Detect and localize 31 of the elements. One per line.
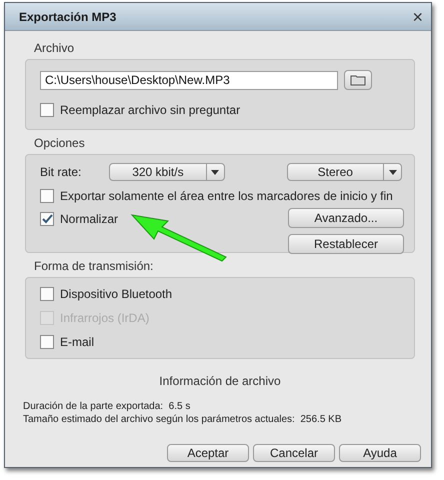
bit-rate-dropdown[interactable]: 320 kbit/s bbox=[109, 163, 225, 181]
options-button[interactable]: Avanzado... bbox=[288, 208, 404, 228]
browse-button[interactable] bbox=[344, 70, 372, 90]
file-path-field[interactable]: C:\Users\house\Desktop\New.MP3 bbox=[40, 70, 338, 90]
checkbox-label: Exportar solamente el área entre los marcadores de inicio y fin bbox=[60, 188, 393, 202]
close-button[interactable]: × bbox=[412, 8, 423, 26]
options-button[interactable]: Restablecer bbox=[288, 234, 404, 254]
caret-icon bbox=[211, 170, 220, 174]
checkbox-label: Dispositivo Bluetooth bbox=[60, 287, 172, 301]
checkbox-label: Normalizar bbox=[60, 212, 118, 226]
checkbox[interactable] bbox=[40, 335, 54, 349]
dialog-button[interactable]: Ayuda bbox=[339, 444, 421, 462]
dialog-button[interactable]: Cancelar bbox=[253, 444, 335, 462]
checkbox-label: Reemplazar archivo sin preguntar bbox=[60, 102, 240, 116]
checkbox[interactable] bbox=[40, 102, 54, 116]
checkbox[interactable] bbox=[40, 287, 54, 301]
group-label: Archivo bbox=[33, 40, 76, 57]
window-title: Exportación MP3 bbox=[19, 10, 116, 24]
info-text: Duración de la parte exportada: 6.5 s bbox=[23, 400, 192, 413]
group-label: Opciones bbox=[33, 135, 86, 152]
info-text: Tamaño estimado del archivo según los parámetros actuales: 256.5 KB bbox=[23, 413, 343, 426]
caret-icon bbox=[388, 170, 396, 174]
checkbox-label: E-mail bbox=[60, 335, 94, 349]
bit-rate-label: Bit rate: bbox=[40, 165, 82, 179]
checkbox[interactable] bbox=[40, 188, 54, 202]
channels-dropdown[interactable]: Stereo bbox=[286, 163, 402, 181]
dialog-button[interactable]: Aceptar bbox=[167, 444, 249, 462]
section-heading: Información de archivo bbox=[158, 374, 282, 388]
folder-icon bbox=[350, 74, 366, 86]
group-label: Forma de transmisión: bbox=[33, 258, 154, 275]
checkbox[interactable] bbox=[40, 212, 54, 226]
